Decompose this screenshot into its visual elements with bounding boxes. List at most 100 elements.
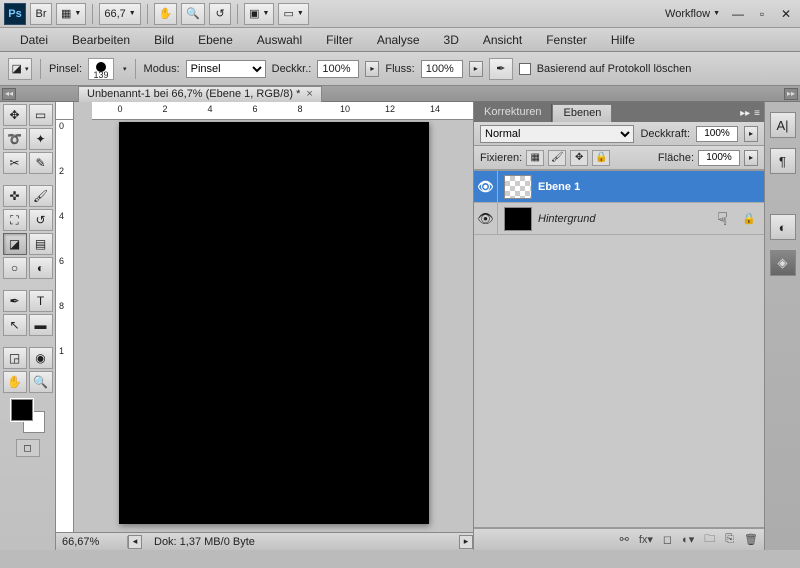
brush-label: Pinsel: bbox=[49, 63, 82, 75]
fill-input[interactable] bbox=[698, 150, 740, 166]
workspace-switcher[interactable]: Workflow ▼ bbox=[661, 3, 724, 25]
marquee-tool[interactable]: ▭ bbox=[29, 104, 53, 126]
fg-swatch[interactable] bbox=[11, 399, 33, 421]
adjustment-layer-icon[interactable]: ◐▾ bbox=[682, 533, 694, 546]
layer-name[interactable]: Ebene 1 bbox=[538, 181, 580, 193]
menu-bild[interactable]: Bild bbox=[142, 29, 186, 51]
zoom-display[interactable]: 66,7▼ bbox=[99, 3, 140, 25]
blend-mode-select[interactable]: Normal bbox=[480, 125, 634, 143]
blur-tool[interactable]: ○ bbox=[3, 257, 27, 279]
healing-tool[interactable]: ✜ bbox=[3, 185, 27, 207]
fill-slider-flyout[interactable]: ▸ bbox=[744, 150, 758, 166]
link-layers-icon[interactable]: ⚯ bbox=[620, 533, 629, 546]
menu-auswahl[interactable]: Auswahl bbox=[245, 29, 314, 51]
menu-ansicht[interactable]: Ansicht bbox=[471, 29, 534, 51]
brush-preview[interactable]: 139 bbox=[88, 58, 114, 80]
layer-row[interactable]: 👁 Ebene 1 bbox=[474, 171, 764, 203]
lock-pixels-icon[interactable]: 🖌 bbox=[548, 150, 566, 166]
layer-name[interactable]: Hintergrund bbox=[538, 213, 595, 225]
layers-panel-icon[interactable]: ◈ bbox=[770, 250, 796, 276]
opacity-input[interactable] bbox=[696, 126, 738, 142]
layer-group-icon[interactable]: 🗀 bbox=[704, 530, 715, 549]
close-button[interactable]: ✕ bbox=[779, 7, 793, 21]
menu-3d[interactable]: 3D bbox=[432, 29, 471, 51]
stamp-tool[interactable]: ⛶ bbox=[3, 209, 27, 231]
character-panel-icon[interactable]: A| bbox=[770, 112, 796, 138]
lasso-tool[interactable]: ➰ bbox=[3, 128, 27, 150]
move-tool[interactable]: ✥ bbox=[3, 104, 27, 126]
quick-mask-toggle[interactable]: ◻ bbox=[16, 439, 40, 457]
status-doc-info[interactable]: Dok: 1,37 MB/0 Byte bbox=[142, 536, 459, 548]
flow-flyout[interactable]: ▸ bbox=[469, 61, 483, 77]
scroll-left[interactable]: ◂ bbox=[128, 535, 142, 549]
lock-transparent-icon[interactable]: ▦ bbox=[526, 150, 544, 166]
zoom-tool-top[interactable]: 🔍 bbox=[181, 3, 205, 25]
collapse-left[interactable]: ◂◂ bbox=[2, 88, 16, 100]
rotate-view-top[interactable]: ↺ bbox=[209, 3, 231, 25]
mini-bridge-button[interactable]: ▦▼ bbox=[56, 3, 86, 25]
status-zoom[interactable]: 66,67% bbox=[56, 536, 128, 548]
tab-ebenen[interactable]: Ebenen bbox=[552, 104, 612, 122]
zoom-tool[interactable]: 🔍 bbox=[29, 371, 53, 393]
hand-tool-top[interactable]: ✋ bbox=[154, 3, 178, 25]
paragraph-panel-icon[interactable]: ¶ bbox=[770, 148, 796, 174]
document-tab[interactable]: Unbenannt-1 bei 66,7% (Ebene 1, RGB/8) *… bbox=[78, 86, 322, 102]
shape-tool[interactable]: ▬ bbox=[29, 314, 53, 336]
history-brush-tool[interactable]: ↺ bbox=[29, 209, 53, 231]
eyedropper-tool[interactable]: ✎ bbox=[29, 152, 53, 174]
erase-history-check[interactable] bbox=[519, 63, 531, 75]
gradient-tool[interactable]: ▤ bbox=[29, 233, 53, 255]
delete-layer-icon[interactable]: 🗑 bbox=[744, 533, 758, 546]
layer-thumb[interactable] bbox=[504, 175, 532, 199]
layer-fx-icon[interactable]: fx▾ bbox=[639, 533, 653, 546]
layer-row[interactable]: 👁 Hintergrund 🔒 ☟ bbox=[474, 203, 764, 235]
scroll-right[interactable]: ▸ bbox=[459, 535, 473, 549]
brush-tool[interactable]: 🖌 bbox=[29, 185, 53, 207]
color-swatches[interactable] bbox=[11, 399, 45, 433]
3d-tool[interactable]: ◲ bbox=[3, 347, 27, 369]
opacity-slider-flyout[interactable]: ▸ bbox=[744, 126, 758, 142]
layer-thumb[interactable] bbox=[504, 207, 532, 231]
opacity-flyout[interactable]: ▸ bbox=[365, 61, 379, 77]
eraser-tool[interactable]: ◪ bbox=[3, 233, 27, 255]
panel-menu-icon[interactable]: ≡ bbox=[754, 108, 760, 119]
3d-camera-tool[interactable]: ◉ bbox=[29, 347, 53, 369]
menu-filter[interactable]: Filter bbox=[314, 29, 365, 51]
hand-tool[interactable]: ✋ bbox=[3, 371, 27, 393]
minimize-button[interactable]: — bbox=[731, 7, 745, 21]
quick-select-tool[interactable]: ✦ bbox=[29, 128, 53, 150]
menu-bearbeiten[interactable]: Bearbeiten bbox=[60, 29, 142, 51]
tab-korrekturen[interactable]: Korrekturen bbox=[474, 104, 552, 122]
adjustments-panel-icon[interactable]: ◐ bbox=[770, 214, 796, 240]
lock-all-icon[interactable]: 🔒 bbox=[592, 150, 610, 166]
mode-select[interactable]: Pinsel bbox=[186, 60, 266, 78]
crop-tool[interactable]: ✂ bbox=[3, 152, 27, 174]
menu-fenster[interactable]: Fenster bbox=[534, 29, 599, 51]
panel-collapse-icon[interactable]: ▸▸ bbox=[740, 108, 750, 119]
bridge-button[interactable]: Br bbox=[30, 3, 52, 25]
path-tool[interactable]: ↖ bbox=[3, 314, 27, 336]
screen-mode-button[interactable]: ▭▼ bbox=[278, 3, 308, 25]
airbrush-toggle[interactable]: ✒ bbox=[489, 58, 513, 80]
menu-datei[interactable]: Datei bbox=[8, 29, 60, 51]
layer-mask-icon[interactable]: ◻ bbox=[663, 533, 672, 546]
current-tool-icon[interactable]: ◪▾ bbox=[8, 58, 32, 80]
menu-ebene[interactable]: Ebene bbox=[186, 29, 245, 51]
visibility-toggle[interactable]: 👁 bbox=[474, 203, 498, 234]
type-tool[interactable]: T bbox=[29, 290, 53, 312]
lock-position-icon[interactable]: ✥ bbox=[570, 150, 588, 166]
close-tab-icon[interactable]: × bbox=[306, 88, 312, 100]
menu-analyse[interactable]: Analyse bbox=[365, 29, 432, 51]
dodge-tool[interactable]: ◐ bbox=[29, 257, 53, 279]
arrange-button[interactable]: ▣▼ bbox=[244, 3, 274, 25]
visibility-toggle[interactable]: 👁 bbox=[474, 171, 498, 202]
pen-tool[interactable]: ✒ bbox=[3, 290, 27, 312]
maximize-button[interactable]: ▫ bbox=[755, 7, 769, 21]
canvas[interactable] bbox=[119, 122, 429, 524]
opacity-field[interactable]: 100% bbox=[317, 60, 359, 78]
collapse-right[interactable]: ▸▸ bbox=[784, 88, 798, 100]
viewport[interactable] bbox=[74, 120, 473, 532]
new-layer-icon[interactable]: ⎘ bbox=[725, 533, 734, 546]
menu-hilfe[interactable]: Hilfe bbox=[599, 29, 647, 51]
flow-field[interactable]: 100% bbox=[421, 60, 463, 78]
